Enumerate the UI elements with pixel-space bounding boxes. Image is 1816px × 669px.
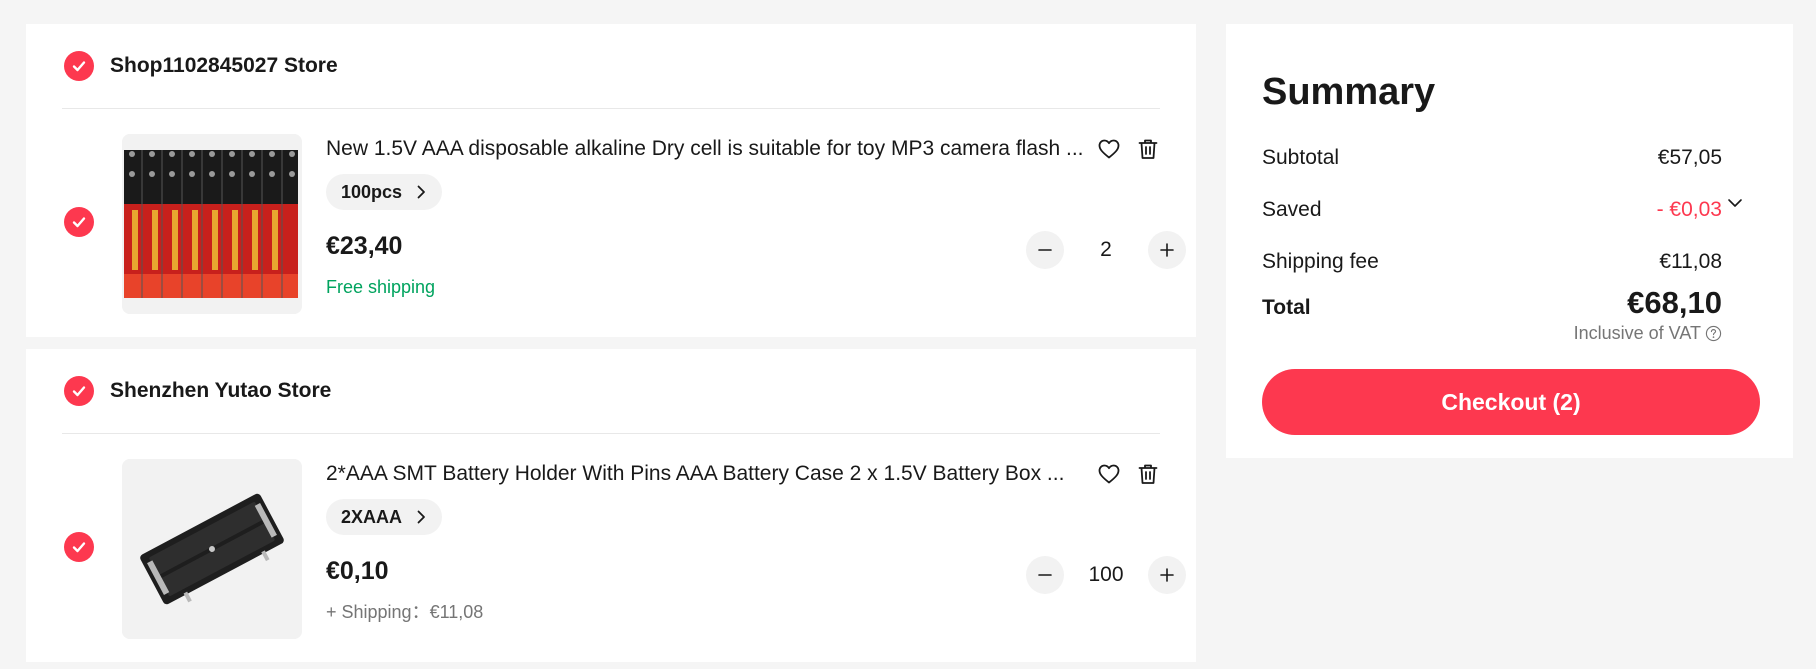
trash-icon <box>1138 139 1158 159</box>
delete-button[interactable] <box>1134 460 1162 488</box>
minus-icon <box>1038 249 1052 251</box>
plus-icon <box>1160 568 1174 582</box>
sku-selector[interactable]: 2XAAA <box>326 499 443 535</box>
store-card: Shop1102845027 Store New 1.5V AAA dispos… <box>26 24 1196 337</box>
battery-holder-image <box>122 459 302 639</box>
chevron-right-icon <box>417 510 425 524</box>
product-title[interactable]: New 1.5V AAA disposable alkaline Dry cel… <box>326 134 1086 164</box>
sku-label: 2XAAA <box>341 507 403 527</box>
chevron-right-icon <box>417 185 425 199</box>
vat-note: Inclusive of VAT <box>1574 320 1722 346</box>
help-circle-icon[interactable] <box>1705 325 1722 342</box>
total-value: €68,10 <box>1627 285 1722 320</box>
chevron-down-icon[interactable] <box>1726 194 1744 212</box>
product-image[interactable] <box>122 134 302 314</box>
summary-title: Summary <box>1262 71 1436 113</box>
shipping-fee-row: Shipping fee €11,08 <box>1262 246 1722 278</box>
shipping-fee-label: Shipping fee <box>1262 250 1379 273</box>
decrease-quantity-button[interactable] <box>1026 556 1064 594</box>
store-name[interactable]: Shenzhen Yutao Store <box>110 377 331 405</box>
product-price: €0,10 <box>326 557 389 585</box>
increase-quantity-button[interactable] <box>1148 556 1186 594</box>
trash-icon <box>1138 464 1158 484</box>
divider <box>62 433 1160 434</box>
shipping-info: Free shipping <box>326 277 436 297</box>
store-card: Shenzhen Yutao Store 2*AAA SMT Battery H… <box>26 349 1196 662</box>
sku-label: 100pcs <box>341 182 403 202</box>
saved-label: Saved <box>1262 198 1322 221</box>
saved-value: - €0,03 <box>1656 198 1722 221</box>
quantity-value[interactable]: 100 <box>1064 556 1148 594</box>
delete-button[interactable] <box>1134 135 1162 163</box>
wishlist-button[interactable] <box>1095 135 1123 163</box>
quantity-stepper: 100 <box>1026 556 1186 594</box>
product-title[interactable]: 2*AAA SMT Battery Holder With Pins AAA B… <box>326 459 1086 489</box>
check-icon <box>72 542 86 553</box>
battery-pack-image <box>122 134 302 314</box>
shipping-info: + Shipping：€11,08 <box>326 602 484 622</box>
product-price: €23,40 <box>326 232 403 260</box>
store-name[interactable]: Shop1102845027 Store <box>110 52 338 80</box>
store-select-checkbox[interactable] <box>64 51 94 81</box>
store-select-checkbox[interactable] <box>64 376 94 406</box>
plus-icon <box>1160 243 1174 257</box>
item-select-checkbox[interactable] <box>64 532 94 562</box>
shipping-fee-value: €11,08 <box>1659 250 1722 273</box>
check-icon <box>72 217 86 228</box>
store-header: Shop1102845027 Store <box>26 24 1196 108</box>
heart-icon <box>1098 464 1120 484</box>
subtotal-label: Subtotal <box>1262 146 1340 169</box>
heart-icon <box>1098 139 1120 159</box>
item-select-checkbox[interactable] <box>64 207 94 237</box>
order-summary: Summary Subtotal €57,05 Saved - €0,03 Sh… <box>1226 24 1793 458</box>
subtotal-value: €57,05 <box>1657 146 1722 169</box>
subtotal-row: Subtotal €57,05 <box>1262 142 1722 174</box>
total-label: Total <box>1262 296 1311 319</box>
wishlist-button[interactable] <box>1095 460 1123 488</box>
vat-note-text: Inclusive of VAT <box>1573 323 1701 343</box>
check-icon <box>72 61 86 72</box>
decrease-quantity-button[interactable] <box>1026 231 1064 269</box>
sku-selector[interactable]: 100pcs <box>326 174 443 210</box>
quantity-stepper: 2 <box>1026 231 1186 269</box>
minus-icon <box>1038 574 1052 576</box>
quantity-value[interactable]: 2 <box>1064 231 1148 269</box>
checkout-button[interactable]: Checkout (2) <box>1262 369 1760 435</box>
saved-row[interactable]: Saved - €0,03 <box>1262 194 1722 226</box>
product-image[interactable] <box>122 459 302 639</box>
divider <box>62 108 1160 109</box>
check-icon <box>72 386 86 397</box>
increase-quantity-button[interactable] <box>1148 231 1186 269</box>
store-header: Shenzhen Yutao Store <box>26 349 1196 433</box>
